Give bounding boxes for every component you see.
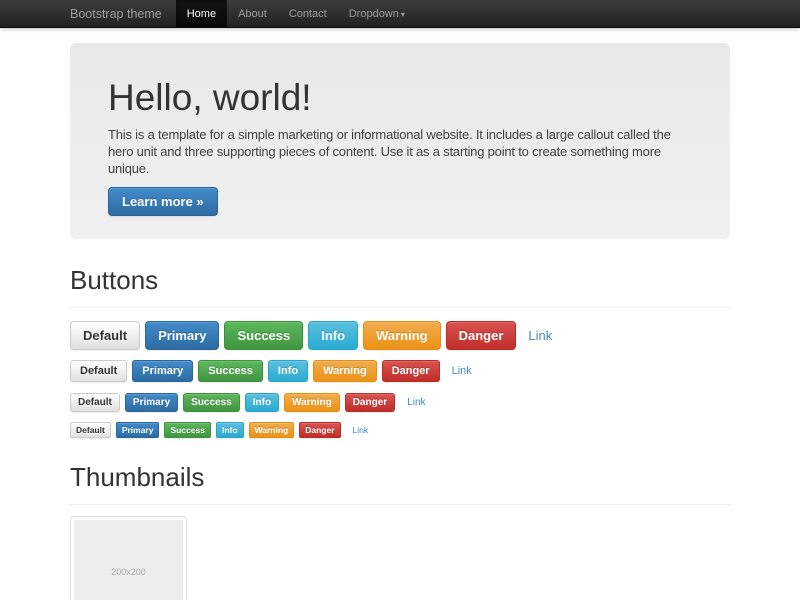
button-primary-small[interactable]: Primary [125,393,178,412]
button-row-extra-small: Default Primary Success Info Warning Dan… [70,422,730,438]
navbar-brand[interactable]: Bootstrap theme [70,0,176,27]
button-warning-small[interactable]: Warning [284,393,340,412]
button-info-small[interactable]: Info [245,393,279,412]
nav-item-dropdown-label: Dropdown [349,8,399,20]
link-button-small[interactable]: Link [407,397,425,408]
nav-item-about[interactable]: About [227,0,278,27]
link-button-xs[interactable]: Link [353,425,369,435]
thumbnails-section-title: Thumbnails [70,462,730,505]
button-primary-large[interactable]: Primary [145,321,219,350]
button-row-large: Default Primary Success Info Warning Dan… [70,321,730,350]
button-row-default: Default Primary Success Info Warning Dan… [70,360,730,382]
learn-more-button[interactable]: Learn more » [108,187,218,216]
placeholder-image: 200x200 [74,520,183,600]
link-button-large[interactable]: Link [528,328,552,343]
link-button-medium[interactable]: Link [452,365,472,377]
button-default-medium[interactable]: Default [70,360,127,382]
button-success-medium[interactable]: Success [198,360,263,382]
buttons-section-title: Buttons [70,265,730,308]
button-success-xs[interactable]: Success [164,422,211,438]
button-danger-large[interactable]: Danger [446,321,517,350]
nav-item-contact[interactable]: Contact [278,0,338,27]
button-primary-medium[interactable]: Primary [132,360,193,382]
button-warning-medium[interactable]: Warning [313,360,377,382]
main-container: Hello, world! This is a template for a s… [70,43,730,600]
placeholder-label: 200x200 [111,567,146,577]
button-success-small[interactable]: Success [183,393,240,412]
button-danger-medium[interactable]: Danger [382,360,440,382]
thumbnail[interactable]: 200x200 [70,516,187,600]
hero-description: This is a template for a simple marketin… [108,126,692,177]
button-row-small: Default Primary Success Info Warning Dan… [70,393,730,412]
button-default-small[interactable]: Default [70,393,120,412]
button-warning-large[interactable]: Warning [363,321,441,350]
button-info-xs[interactable]: Info [216,422,244,438]
button-danger-xs[interactable]: Danger [299,422,340,438]
navbar-menu: Home About Contact Dropdown▾ [176,0,416,27]
button-info-large[interactable]: Info [308,321,358,350]
caret-down-icon: ▾ [401,10,405,19]
button-default-xs[interactable]: Default [70,422,111,438]
hero-title: Hello, world! [108,79,692,116]
hero-unit: Hello, world! This is a template for a s… [70,43,730,239]
button-primary-xs[interactable]: Primary [116,422,160,438]
navbar-container: Bootstrap theme Home About Contact Dropd… [70,0,730,27]
button-success-large[interactable]: Success [224,321,303,350]
button-info-medium[interactable]: Info [268,360,308,382]
nav-item-home[interactable]: Home [176,0,227,27]
nav-item-dropdown[interactable]: Dropdown▾ [338,0,416,27]
button-default-large[interactable]: Default [70,321,140,350]
button-danger-small[interactable]: Danger [345,393,395,412]
navbar: Bootstrap theme Home About Contact Dropd… [0,0,800,28]
button-warning-xs[interactable]: Warning [249,422,295,438]
